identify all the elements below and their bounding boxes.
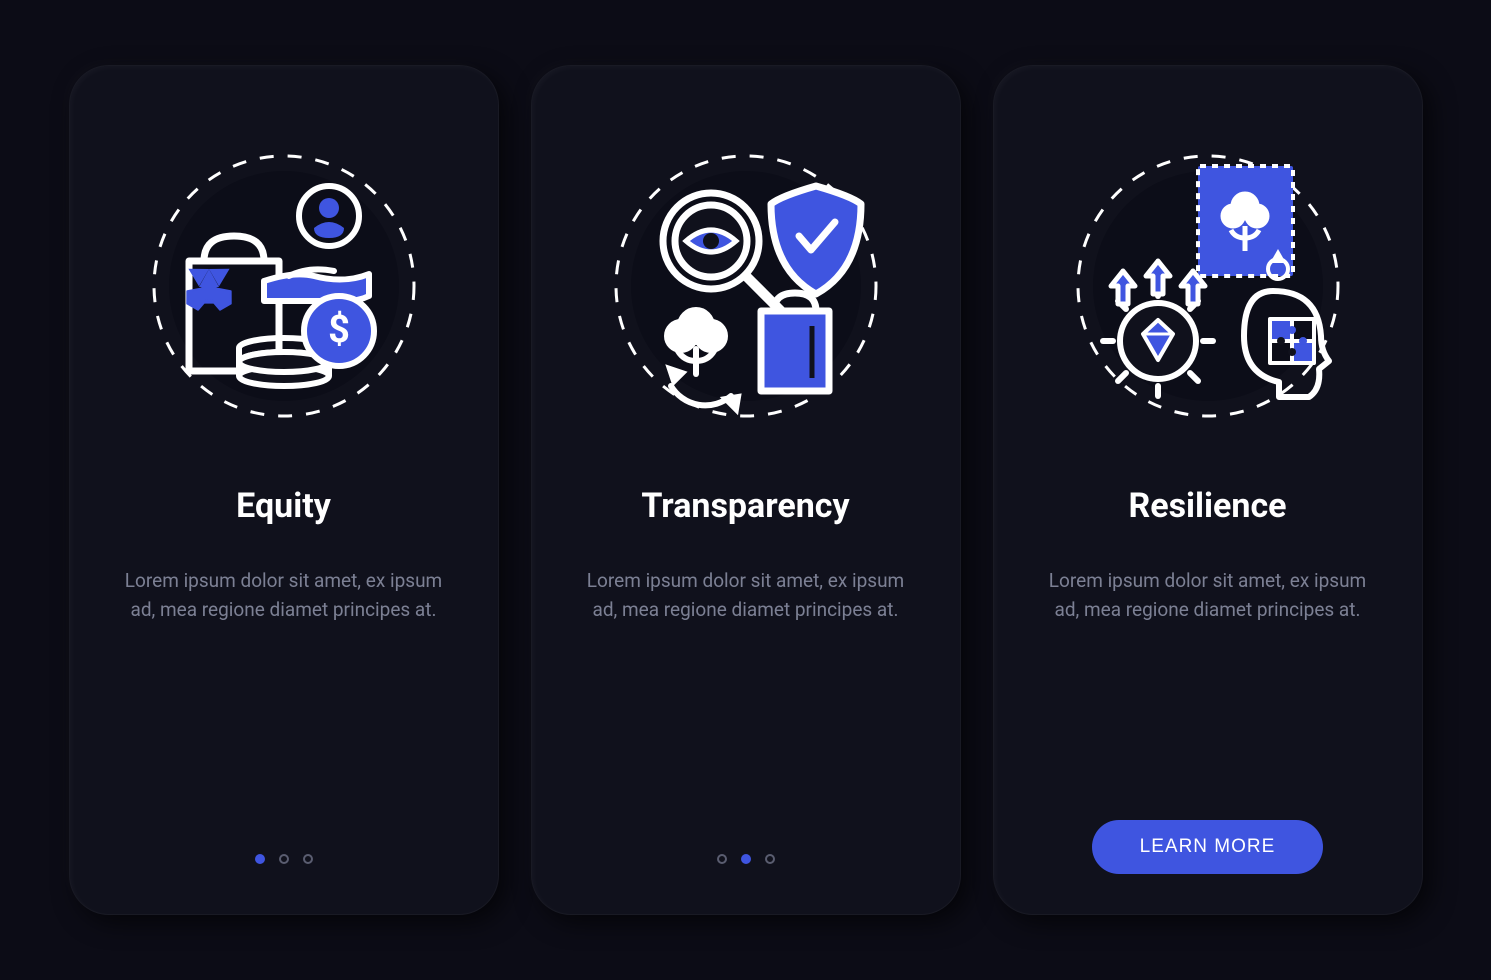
onboarding-card-transparency: Transparency Lorem ipsum dolor sit amet,… [531,65,961,915]
learn-more-button[interactable]: LEARN MORE [1092,820,1324,874]
card-title: Resilience [1128,486,1286,526]
illustration-transparency [562,116,930,456]
equity-icon: $ [124,126,444,446]
pager-dot-2[interactable] [741,854,751,864]
card-title: Equity [236,486,331,526]
onboarding-card-resilience: Resilience Lorem ipsum dolor sit amet, e… [993,65,1423,915]
pager-dot-2[interactable] [279,854,289,864]
card-description: Lorem ipsum dolor sit amet, ex ipsum ad,… [119,566,449,625]
transparency-icon [586,126,906,446]
card-description: Lorem ipsum dolor sit amet, ex ipsum ad,… [581,566,911,625]
card-description: Lorem ipsum dolor sit amet, ex ipsum ad,… [1043,566,1373,625]
onboarding-card-equity: $ Equity Lorem ipsum dolor sit amet, ex … [69,65,499,915]
pager-dot-3[interactable] [765,854,775,864]
svg-text:$: $ [328,308,350,352]
resilience-icon [1048,126,1368,446]
card-title: Transparency [641,486,849,526]
pager-dots [255,854,313,864]
illustration-equity: $ [100,116,468,456]
illustration-resilience [1024,116,1392,456]
pager-dots [717,854,775,864]
pager-dot-1[interactable] [255,854,265,864]
pager-dot-3[interactable] [303,854,313,864]
pager-dot-1[interactable] [717,854,727,864]
